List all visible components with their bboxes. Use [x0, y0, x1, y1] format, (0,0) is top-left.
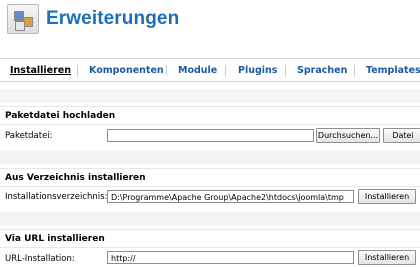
- url-section-title: Via URL installieren: [5, 234, 105, 244]
- directory-section-title: Aus Verzeichnis installieren: [5, 173, 146, 183]
- tab-module[interactable]: Module: [178, 65, 217, 76]
- section-divider: [0, 168, 420, 169]
- tab-separator: [285, 65, 286, 76]
- page-title: Erweiterungen: [46, 8, 180, 29]
- tab-komponenten[interactable]: Komponenten: [89, 65, 164, 76]
- section-divider: [0, 186, 420, 187]
- upload-field-label: Paketdatei:: [5, 131, 53, 141]
- tab-separator: [166, 65, 167, 76]
- section-divider: [0, 247, 420, 248]
- upload-install-button[interactable]: Datei: [383, 128, 420, 143]
- menu-divider-bottom: [0, 81, 420, 82]
- tab-templates[interactable]: Templates: [366, 65, 420, 76]
- section-band: [0, 150, 420, 164]
- tab-separator: [354, 65, 355, 76]
- page-header: Erweiterungen: [0, 0, 420, 50]
- section-divider: [0, 106, 420, 107]
- browse-button[interactable]: Durchsuchen...: [316, 128, 380, 143]
- install-url-input[interactable]: http://: [107, 251, 354, 264]
- directory-field-label: Installationsverzeichnis:: [5, 192, 108, 202]
- package-file-input[interactable]: [107, 129, 314, 142]
- section-divider: [0, 229, 420, 230]
- tab-separator: [77, 65, 78, 76]
- tab-separator: [225, 65, 226, 76]
- section-band: [0, 89, 420, 103]
- upload-section-title: Paketdatei hochladen: [5, 111, 116, 121]
- section-divider: [0, 124, 420, 125]
- install-directory-input[interactable]: D:\Programme\Apache Group\Apache2\htdocs…: [107, 190, 354, 203]
- tab-sprachen[interactable]: Sprachen: [297, 65, 347, 76]
- tab-plugins[interactable]: Plugins: [238, 65, 277, 76]
- url-field-label: URL-Installation:: [5, 254, 75, 264]
- url-install-button[interactable]: Installieren: [358, 250, 416, 265]
- section-band: [0, 212, 420, 226]
- tab-installieren[interactable]: Installieren: [10, 65, 71, 76]
- directory-install-button[interactable]: Installieren: [358, 189, 416, 204]
- extensions-icon: [7, 4, 39, 34]
